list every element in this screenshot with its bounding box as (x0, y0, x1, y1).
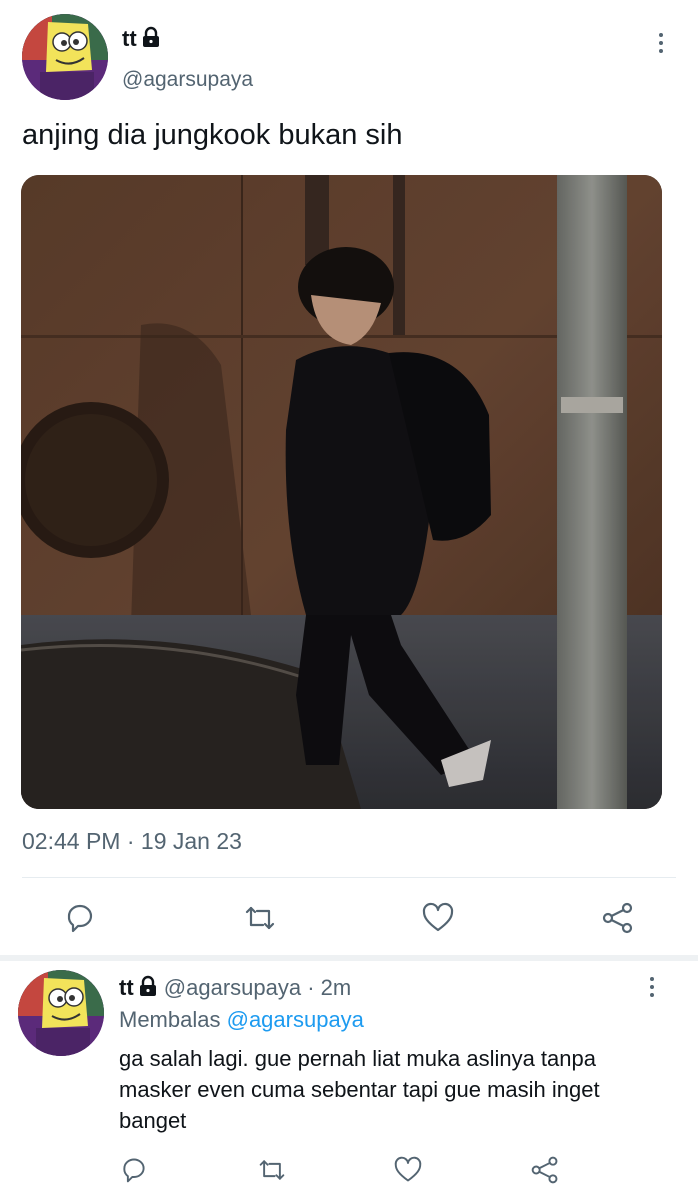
avatar-image (18, 970, 104, 1056)
reply-icon (123, 1158, 145, 1183)
section-divider (0, 955, 698, 961)
replying-to: Membalas @agarsupaya (119, 1007, 364, 1033)
reply-age[interactable]: 2m (321, 975, 352, 1000)
like-button[interactable] (418, 898, 458, 938)
photo-image (21, 175, 662, 809)
retweet-icon (259, 1160, 285, 1180)
author-avatar[interactable] (22, 14, 108, 100)
share-icon (602, 902, 633, 934)
like-icon (394, 1156, 422, 1182)
replying-to-link[interactable]: @agarsupaya (227, 1007, 364, 1032)
tweet-text: anjing dia jungkook bukan sih (22, 119, 403, 151)
reply-button[interactable] (60, 898, 100, 938)
reply-separator: · (307, 975, 315, 1000)
reply-author-avatar[interactable] (18, 970, 104, 1056)
more-options-icon[interactable] (649, 28, 673, 58)
reply-author-handle[interactable]: @agarsupaya (164, 975, 301, 1000)
avatar-image (22, 14, 108, 100)
author-handle[interactable]: @agarsupaya (122, 68, 253, 92)
reply-author-name[interactable]: tt (119, 975, 134, 1000)
retweet-button[interactable] (240, 898, 280, 938)
tweet-timestamp[interactable]: 02:44 PM · 19 Jan 23 (22, 828, 242, 855)
reply-text: ga salah lagi. gue pernah liat muka asli… (119, 1046, 600, 1133)
tweet-time: 02:44 PM (22, 828, 121, 854)
like-icon (422, 902, 454, 932)
lock-icon (142, 26, 159, 47)
share-button[interactable] (598, 898, 638, 938)
reply-like-button[interactable] (390, 1152, 426, 1188)
reply-icon (67, 904, 93, 933)
divider (22, 877, 676, 878)
reply-more-options-icon[interactable] (640, 972, 664, 1002)
tweet-photo[interactable] (21, 175, 662, 809)
reply-reply-button[interactable] (116, 1152, 152, 1188)
share-icon (531, 1156, 558, 1184)
retweet-icon (245, 906, 275, 930)
replying-prefix: Membalas (119, 1007, 221, 1032)
author-name[interactable]: tt (122, 26, 161, 52)
meta-separator: · (126, 828, 135, 854)
reply-retweet-button[interactable] (254, 1152, 290, 1188)
author-name-text: tt (122, 26, 137, 51)
tweet-date: 19 Jan 23 (140, 828, 242, 854)
reply-header: tt @agarsupaya · 2m (119, 975, 351, 1001)
reply-share-button[interactable] (527, 1152, 563, 1188)
lock-icon (139, 975, 156, 996)
